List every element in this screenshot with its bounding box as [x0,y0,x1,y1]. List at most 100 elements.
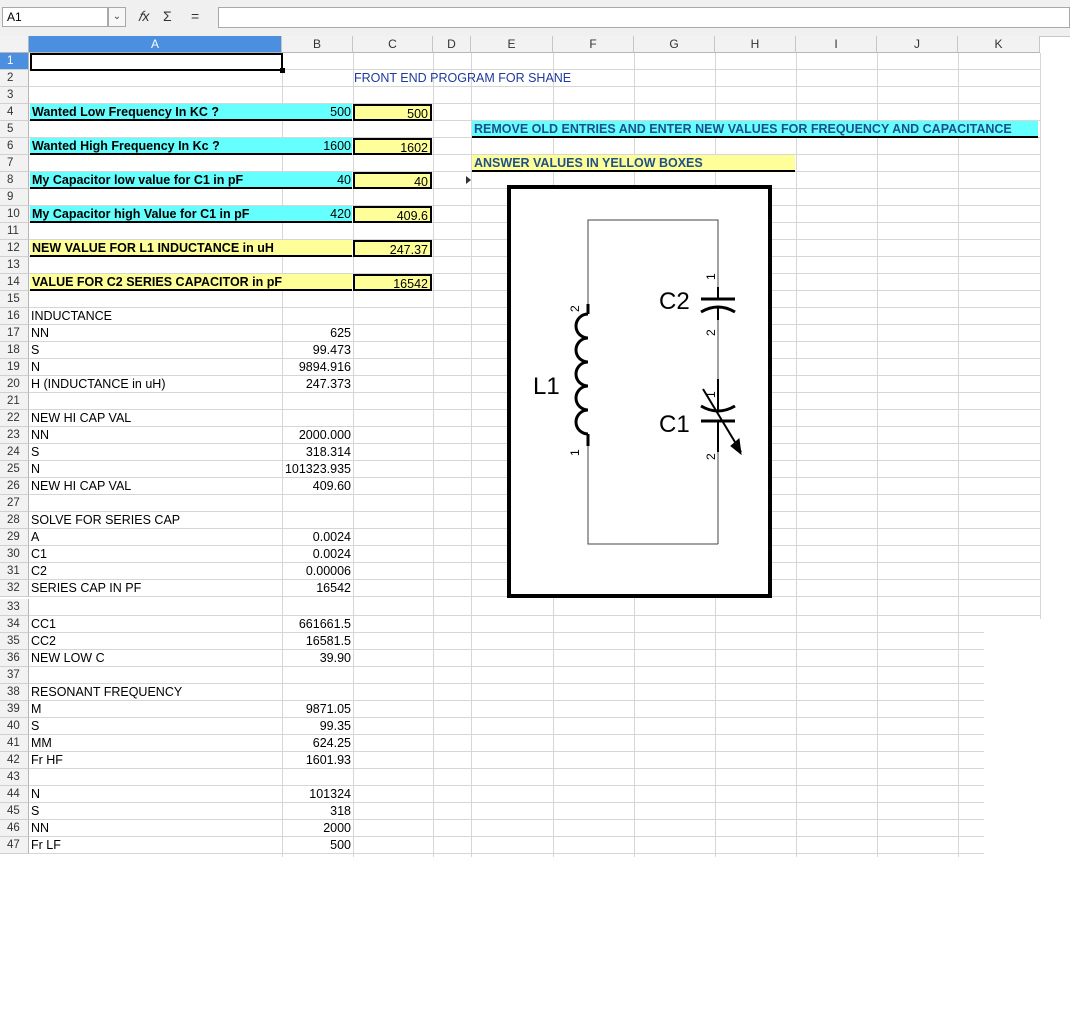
high-frequency-input[interactable]: 1600 [282,138,353,155]
row-header-24[interactable]: 24 [0,444,29,461]
calc-value[interactable]: 9871.05 [282,701,353,718]
inductance-heading[interactable]: INDUCTANCE [31,308,112,325]
column-header-c[interactable]: C [353,36,433,53]
row-header-41[interactable]: 41 [0,735,29,752]
calc-label[interactable]: N [31,461,40,478]
row-header-36[interactable]: 36 [0,650,29,667]
calc-label[interactable]: CC1 [31,616,56,633]
calc-value[interactable]: 247.373 [282,376,353,393]
calc-value[interactable]: 101323.935 [282,461,353,478]
calc-value[interactable]: 2000.000 [282,427,353,444]
high-frequency-answer[interactable]: 1602 [353,138,432,155]
calc-value[interactable]: 9894.916 [282,359,353,376]
column-header-d[interactable]: D [433,36,471,53]
row-header-39[interactable]: 39 [0,701,29,718]
calc-label[interactable]: H (INDUCTANCE in uH) [31,376,166,393]
row-header-10[interactable]: 10 [0,206,29,223]
calc-label[interactable]: SERIES CAP IN PF [31,580,141,597]
series-cap-answer[interactable]: 16542 [353,274,432,291]
row-header-43[interactable]: 43 [0,769,29,786]
calc-value[interactable]: 500 [282,837,353,854]
calc-label[interactable]: M [31,701,41,718]
calc-value[interactable]: 16581.5 [282,633,353,650]
calc-value[interactable]: 625 [282,325,353,342]
sum-icon[interactable]: Σ [163,8,172,24]
column-header-g[interactable]: G [634,36,715,53]
formula-input[interactable] [218,7,1070,28]
column-header-f[interactable]: F [553,36,634,53]
column-header-e[interactable]: E [471,36,553,53]
calc-label[interactable]: S [31,444,39,461]
calc-label[interactable]: Fr HF [31,752,63,769]
row-header-17[interactable]: 17 [0,325,29,342]
row-header-31[interactable]: 31 [0,563,29,580]
row-header-13[interactable]: 13 [0,257,29,274]
fill-handle[interactable] [280,68,285,73]
column-header-b[interactable]: B [282,36,353,53]
function-wizard-icon[interactable]: 𝑓x [138,8,149,25]
row-header-9[interactable]: 9 [0,189,29,206]
calc-label[interactable]: A [31,529,39,546]
row-header-18[interactable]: 18 [0,342,29,359]
low-frequency-answer[interactable]: 500 [353,104,432,121]
row-header-3[interactable]: 3 [0,87,29,104]
row-header-35[interactable]: 35 [0,633,29,650]
row-header-23[interactable]: 23 [0,427,29,444]
calc-value[interactable]: 318.314 [282,444,353,461]
calc-label[interactable]: MM [31,735,52,752]
calc-value[interactable]: 99.473 [282,342,353,359]
row-header-27[interactable]: 27 [0,495,29,512]
calc-label[interactable]: NEW HI CAP VAL [31,478,131,495]
calc-label[interactable]: NN [31,427,49,444]
inductance-label[interactable]: NEW VALUE FOR L1 INDUCTANCE in uH [30,240,352,257]
row-header-47[interactable]: 47 [0,837,29,854]
row-header-12[interactable]: 12 [0,240,29,257]
notice-answer-yellow[interactable]: ANSWER VALUES IN YELLOW BOXES [472,155,795,172]
calc-label[interactable]: S [31,803,39,820]
series-cap-label[interactable]: VALUE FOR C2 SERIES CAPACITOR in pF [30,274,352,291]
row-header-32[interactable]: 32 [0,580,29,597]
row-header-14[interactable]: 14 [0,274,29,291]
calc-label[interactable]: NEW LOW C [31,650,105,667]
low-frequency-input[interactable]: 500 [282,104,353,121]
calc-value[interactable]: 101324 [282,786,353,803]
calc-label[interactable]: NN [31,325,49,342]
active-cell-a1[interactable] [30,53,283,71]
row-header-6[interactable]: 6 [0,138,29,155]
row-header-42[interactable]: 42 [0,752,29,769]
calc-value[interactable]: 39.90 [282,650,353,667]
calc-value[interactable]: 0.0024 [282,529,353,546]
equals-icon[interactable]: = [191,8,199,24]
row-header-1[interactable]: 1 [0,53,29,70]
row-header-44[interactable]: 44 [0,786,29,803]
row-header-7[interactable]: 7 [0,155,29,172]
row-header-38[interactable]: 38 [0,684,29,701]
row-header-2[interactable]: 2 [0,70,29,87]
calc-value[interactable]: 99.35 [282,718,353,735]
row-header-28[interactable]: 28 [0,512,29,529]
cap-low-answer[interactable]: 40 [353,172,432,189]
row-header-8[interactable]: 8 [0,172,29,189]
row-header-5[interactable]: 5 [0,121,29,138]
row-header-15[interactable]: 15 [0,291,29,308]
calc-value[interactable]: 2000 [282,820,353,837]
name-box[interactable]: A1 [2,7,108,27]
series-cap-heading[interactable]: SOLVE FOR SERIES CAP [31,512,180,529]
row-header-29[interactable]: 29 [0,529,29,546]
calc-label[interactable]: N [31,359,40,376]
column-header-j[interactable]: J [877,36,958,53]
name-box-dropdown-icon[interactable]: ⌄ [108,7,126,27]
calc-value[interactable]: 409.60 [282,478,353,495]
calc-value[interactable]: 318 [282,803,353,820]
row-header-20[interactable]: 20 [0,376,29,393]
row-header-22[interactable]: 22 [0,410,29,427]
calc-label[interactable]: Fr LF [31,837,61,854]
calc-label[interactable]: S [31,718,39,735]
cap-low-input[interactable]: 40 [282,172,353,189]
row-header-34[interactable]: 34 [0,616,29,633]
calc-label[interactable]: S [31,342,39,359]
row-header-37[interactable]: 37 [0,667,29,684]
cap-high-answer[interactable]: 409.6 [353,206,432,223]
notice-remove-entries[interactable]: REMOVE OLD ENTRIES AND ENTER NEW VALUES … [472,121,1038,138]
calc-value[interactable]: 0.00006 [282,563,353,580]
